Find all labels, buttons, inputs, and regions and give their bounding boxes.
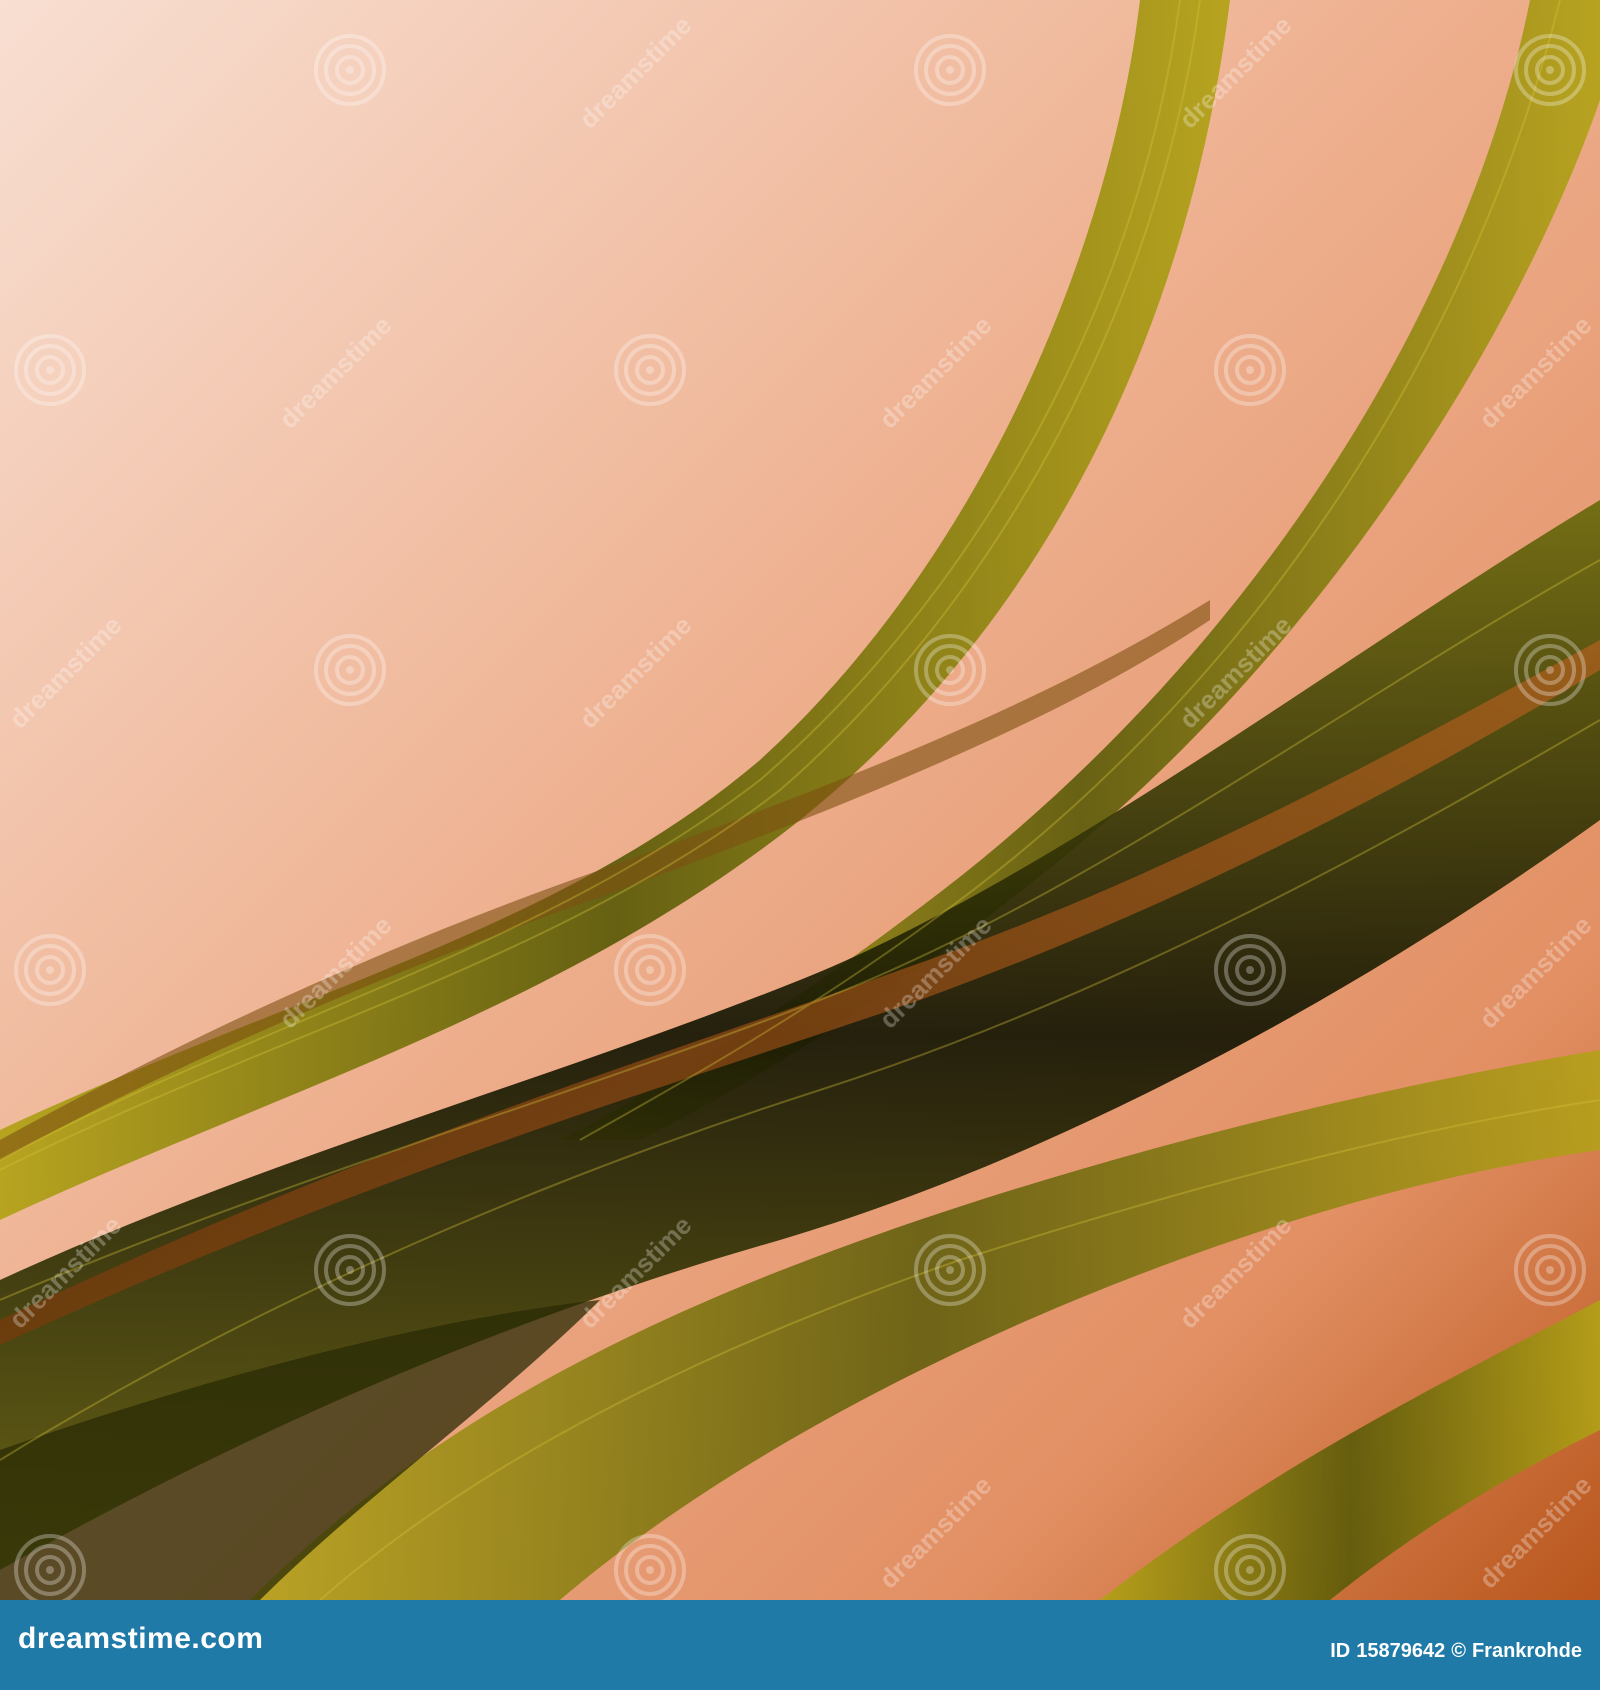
spiral-icon [1214, 334, 1286, 406]
spiral-icon [314, 34, 386, 106]
spiral-icon [1514, 34, 1586, 106]
spiral-icon [1214, 934, 1286, 1006]
spiral-icon [1514, 1234, 1586, 1306]
spiral-icon [914, 634, 986, 706]
abstract-wave-artwork: dreamstime dreamstime dreamstime dreamst… [0, 0, 1600, 1600]
spiral-icon [314, 634, 386, 706]
spiral-icon [914, 34, 986, 106]
stock-footer-bar: dreamstime.com ID 15879642 © Frankrohde [0, 1600, 1600, 1690]
spiral-icon [14, 934, 86, 1006]
copyright-symbol: © [1451, 1640, 1466, 1662]
spiral-icon [14, 334, 86, 406]
site-name[interactable]: dreamstime.com [18, 1622, 263, 1656]
image-credit: ID 15879642 © Frankrohde [1330, 1640, 1582, 1663]
spiral-icon [614, 934, 686, 1006]
id-label: ID [1330, 1640, 1351, 1662]
stock-image-page: dreamstime dreamstime dreamstime dreamst… [0, 0, 1600, 1690]
author-name[interactable]: Frankrohde [1472, 1640, 1582, 1663]
spiral-icon [914, 1234, 986, 1306]
spiral-icon [1514, 634, 1586, 706]
spiral-icon [314, 1234, 386, 1306]
image-id: 15879642 [1356, 1640, 1446, 1662]
spiral-icon [614, 334, 686, 406]
